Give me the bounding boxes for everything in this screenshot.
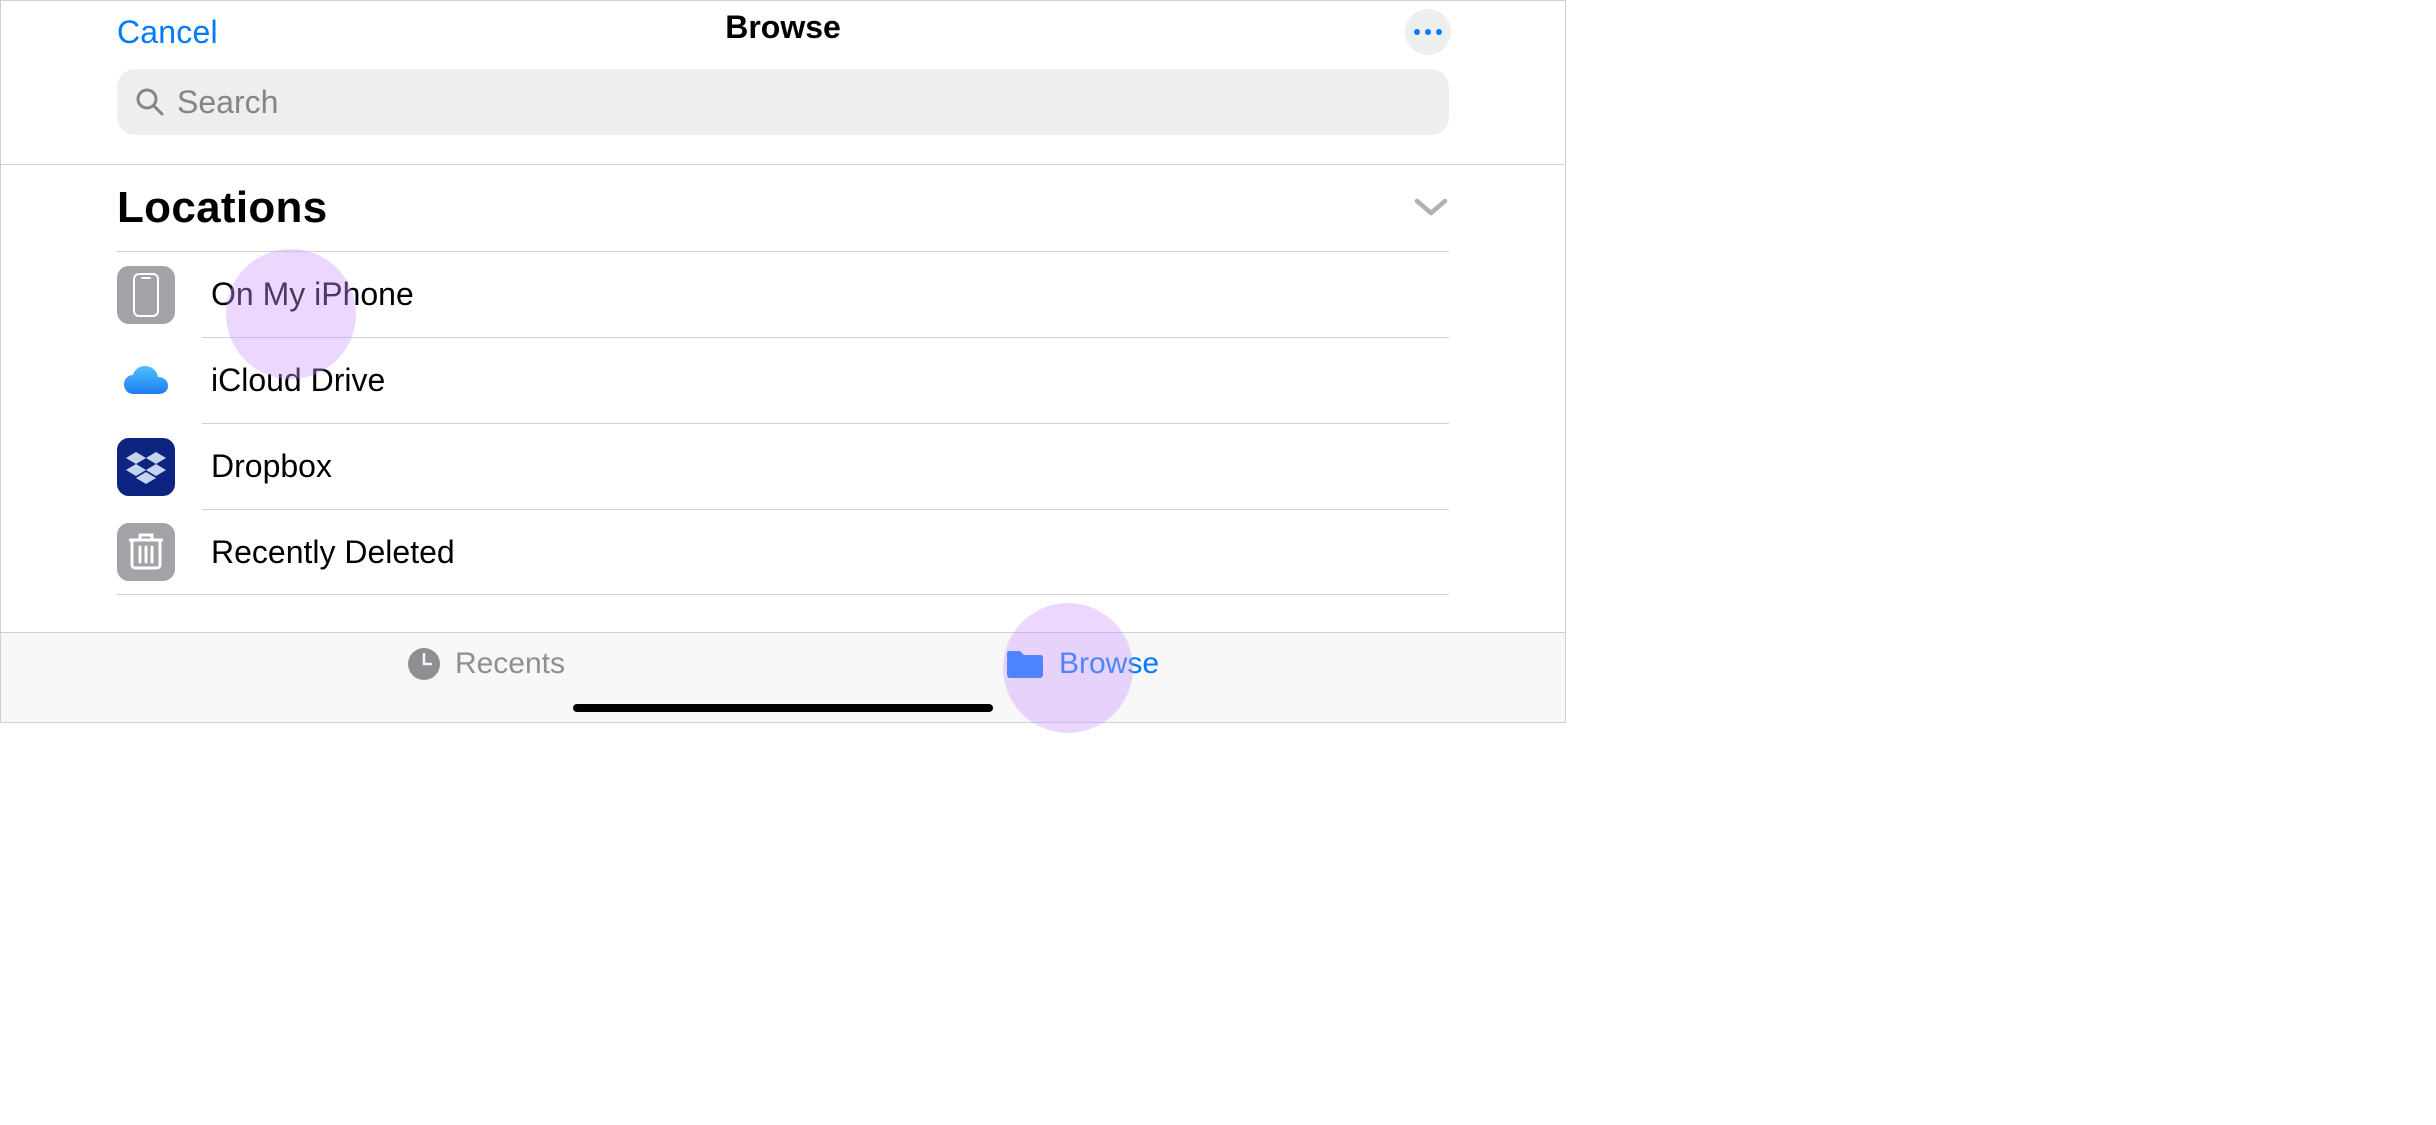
search-icon: [135, 87, 165, 117]
dropbox-icon: [117, 438, 175, 496]
location-icloud-drive[interactable]: iCloud Drive: [117, 338, 1449, 423]
tab-label: Browse: [1059, 647, 1159, 681]
location-recently-deleted[interactable]: Recently Deleted: [117, 510, 1449, 595]
folder-icon: [1005, 648, 1045, 680]
location-label: iCloud Drive: [211, 362, 385, 399]
more-button[interactable]: [1405, 9, 1451, 55]
ellipsis-icon: [1436, 29, 1442, 35]
tab-recents[interactable]: Recents: [407, 647, 565, 681]
search-placeholder: Search: [177, 84, 278, 121]
section-title: Locations: [117, 183, 328, 233]
tab-label: Recents: [455, 647, 565, 681]
home-indicator[interactable]: [573, 704, 993, 712]
header-divider: [1, 164, 1565, 165]
ellipsis-icon: [1425, 29, 1431, 35]
page-title: Browse: [725, 9, 841, 46]
tab-browse[interactable]: Browse: [1005, 647, 1159, 681]
locations-section: Locations On My iPhone: [1, 183, 1565, 595]
location-label: Recently Deleted: [211, 534, 455, 571]
clock-icon: [407, 647, 441, 681]
location-label: Dropbox: [211, 448, 332, 485]
locations-list: On My iPhone iCloud Drive: [117, 251, 1449, 595]
iphone-icon: [117, 266, 175, 324]
section-header[interactable]: Locations: [117, 183, 1449, 251]
ellipsis-icon: [1414, 29, 1420, 35]
search-bar[interactable]: Search: [117, 69, 1449, 135]
trash-icon: [117, 523, 175, 581]
chevron-down-icon: [1413, 197, 1449, 219]
cancel-button[interactable]: Cancel: [117, 14, 218, 51]
location-on-my-iphone[interactable]: On My iPhone: [117, 252, 1449, 337]
location-label: On My iPhone: [211, 276, 414, 313]
header: Cancel Browse Search: [1, 1, 1565, 135]
icloud-icon: [117, 352, 175, 410]
location-dropbox[interactable]: Dropbox: [117, 424, 1449, 509]
